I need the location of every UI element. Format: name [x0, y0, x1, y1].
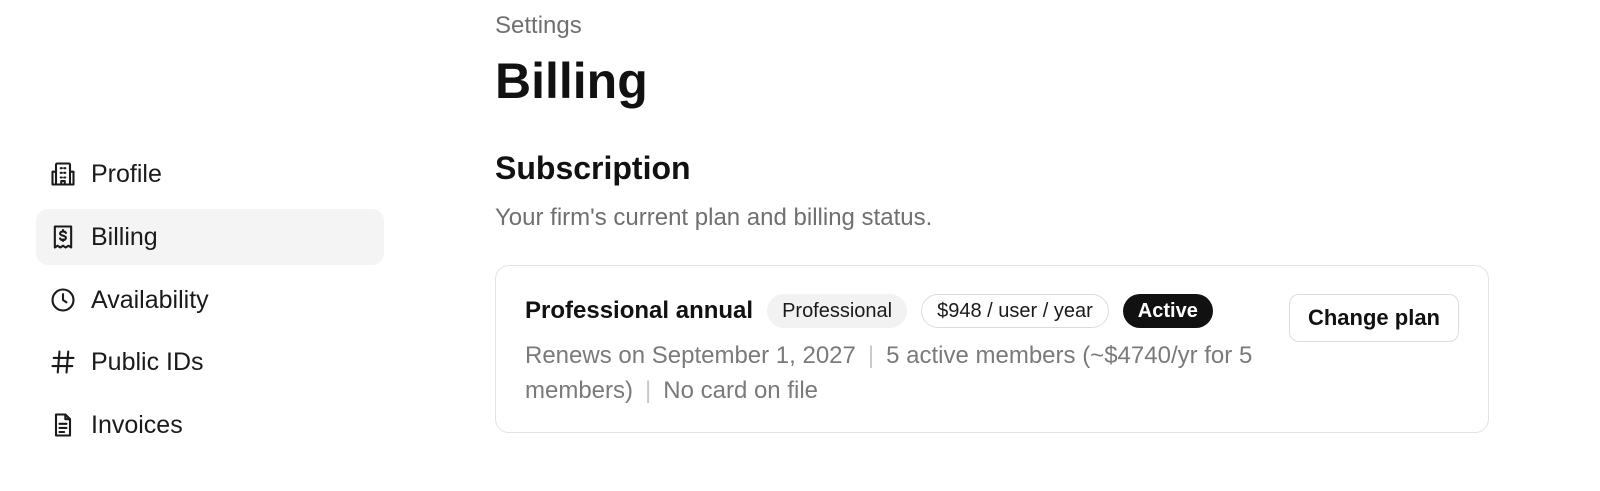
- page-title: Billing: [495, 53, 648, 109]
- subscription-card: Professional annual Professional $948 / …: [495, 265, 1489, 433]
- status-badge: Active: [1122, 294, 1213, 328]
- tier-badge: Professional: [767, 294, 908, 328]
- plan-name: Professional annual: [525, 297, 754, 324]
- sidebar-item-label: Availability: [91, 285, 209, 314]
- sidebar-item-public-ids[interactable]: Public IDs: [36, 334, 384, 390]
- sidebar-item-label: Invoices: [91, 410, 183, 439]
- plan-header: Professional annual Professional $948 / …: [525, 294, 1227, 328]
- renewal-date: Renews on September 1, 2027: [525, 342, 856, 369]
- hash-icon: [49, 348, 77, 376]
- subscription-details: Renews on September 1, 2027 | 5 active mem…: [525, 338, 1285, 408]
- section-title: Subscription: [495, 150, 691, 186]
- sidebar-item-label: Public IDs: [91, 347, 204, 376]
- sidebar-item-billing[interactable]: Billing: [36, 209, 384, 265]
- change-plan-button[interactable]: Change plan: [1288, 294, 1459, 342]
- settings-sidebar: Profile Billing Availability Public IDs: [36, 0, 384, 491]
- breadcrumb[interactable]: Settings: [495, 12, 582, 40]
- divider: |: [645, 377, 652, 404]
- sidebar-item-invoices[interactable]: Invoices: [36, 397, 384, 453]
- sidebar-item-label: Billing: [91, 222, 158, 251]
- sidebar-item-label: Profile: [91, 159, 162, 188]
- building-icon: [49, 160, 77, 188]
- payment-method-status: No card on file: [663, 377, 818, 404]
- sidebar-item-profile[interactable]: Profile: [36, 146, 384, 202]
- sidebar-item-availability[interactable]: Availability: [36, 272, 384, 328]
- document-icon: [49, 411, 77, 439]
- section-description: Your firm's current plan and billing sta…: [495, 204, 933, 231]
- receipt-icon: [49, 223, 77, 251]
- clock-icon: [49, 286, 77, 314]
- price-badge: $948 / user / year: [921, 294, 1109, 328]
- divider: |: [867, 342, 875, 369]
